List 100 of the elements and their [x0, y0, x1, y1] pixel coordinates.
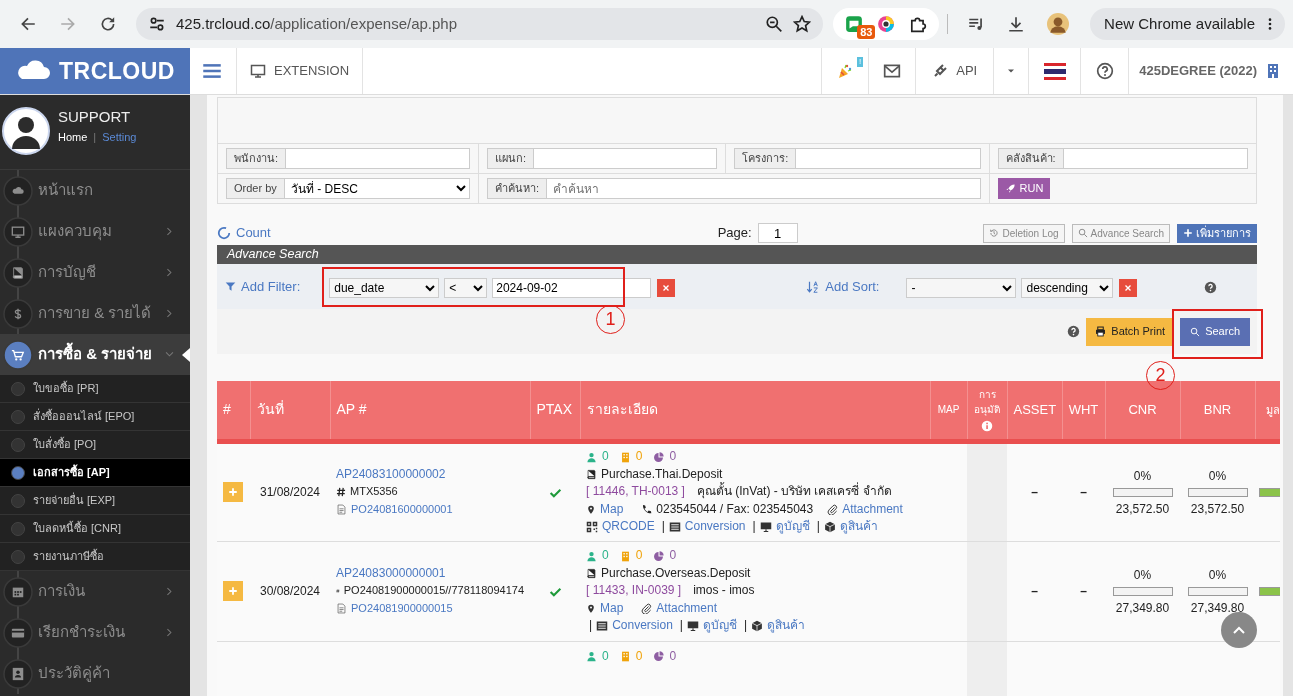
setting-link[interactable]: Setting: [102, 129, 137, 146]
contact-code[interactable]: [ 11433, IN-0039 ]: [586, 582, 682, 600]
sidebar-subitem[interactable]: รายงานภาษีซื้อ: [0, 543, 190, 571]
dot-icon: [11, 521, 25, 536]
action-link[interactable]: ดูสินค้า: [751, 617, 806, 635]
address-bar[interactable]: 425.trcloud.co/application/expense/ap.php: [136, 8, 824, 40]
attachment-link[interactable]: Attachment: [641, 599, 718, 618]
sort-icon: [806, 279, 821, 294]
puzzle-icon[interactable]: [909, 15, 928, 33]
search-field[interactable]: คำค้นหา: [547, 178, 981, 199]
batch-print-button[interactable]: Batch Print: [1086, 317, 1175, 346]
count-link[interactable]: Count: [217, 223, 271, 243]
sort-order-select[interactable]: descending: [1021, 278, 1114, 298]
action-link[interactable]: ดูสินค้า: [823, 518, 878, 536]
add-sort-link[interactable]: Add Sort:: [806, 277, 880, 297]
dash-text: –: [1080, 584, 1087, 598]
count-text: 0: [669, 448, 677, 466]
remove-button[interactable]: [657, 279, 676, 297]
help-icon[interactable]: [1067, 325, 1081, 338]
map-link[interactable]: Map: [586, 599, 624, 618]
menu-icon[interactable]: [202, 61, 222, 81]
map-link[interactable]: Map: [586, 500, 624, 519]
document-link[interactable]: AP24083000000001: [336, 564, 524, 583]
action-link[interactable]: Conversion: [668, 518, 746, 536]
sidebar-subitem[interactable]: เอกสารซื้อ [AP]: [0, 459, 190, 487]
brand-logo[interactable]: TRCLOUD: [0, 48, 190, 94]
count-text: 0: [635, 448, 643, 466]
document-link[interactable]: AP24083100000002: [336, 465, 524, 484]
pin-icon: [586, 603, 596, 614]
extension-link[interactable]: EXTENSION: [250, 61, 350, 81]
order-select[interactable]: วันที่ - DESC: [284, 178, 471, 199]
attachment-link[interactable]: Attachment: [827, 500, 903, 519]
sidebar-item[interactable]: หน้าแรก: [0, 170, 190, 211]
reload-icon[interactable]: [99, 15, 117, 33]
sidebar-subitem[interactable]: รายจ่ายอื่น [EXP]: [0, 487, 190, 515]
field-select[interactable]: due_date: [329, 278, 440, 298]
sidebar-subitem[interactable]: สั่งซื้อออนไลน์ [EPO]: [0, 403, 190, 431]
sidebar-item[interactable]: แผงควบคุม: [0, 211, 190, 252]
back-icon[interactable]: [19, 15, 37, 33]
add-button[interactable]: เพิ่มรายการ: [1177, 223, 1257, 243]
url-text[interactable]: 425.trcloud.co/application/expense/ap.php: [176, 12, 756, 36]
text-field[interactable]: [796, 148, 981, 169]
book-icon: [586, 568, 597, 579]
company-link[interactable]: 425DEGREE (2022): [1139, 61, 1281, 81]
sidebar-item[interactable]: การซื้อ & รายจ่าย: [0, 334, 190, 375]
pie-chart-icon: [653, 650, 665, 662]
operator-select[interactable]: <: [444, 278, 488, 298]
value-field[interactable]: 2024-09-02: [492, 278, 652, 298]
sidebar-subitem[interactable]: ใบสั่งซื้อ [PO]: [0, 431, 190, 459]
dash-text: –: [1031, 485, 1038, 499]
count-text: 0: [669, 547, 677, 565]
page-field[interactable]: 1: [757, 223, 798, 243]
text-field[interactable]: [534, 148, 718, 169]
text-field[interactable]: [286, 148, 471, 169]
flag-icon[interactable]: [1043, 62, 1066, 80]
cart-icon: [3, 339, 33, 370]
spinner-icon: [217, 226, 231, 240]
api-link[interactable]: API: [932, 61, 978, 81]
action-link[interactable]: ดูบัญชี: [759, 518, 810, 536]
sidebar-item[interactable]: การบัญชี: [0, 252, 190, 293]
help-icon[interactable]: [1204, 281, 1218, 294]
sidebar-item[interactable]: เรียกชำระเงิน: [0, 612, 190, 653]
avatar-icon[interactable]: [2, 107, 50, 155]
download-icon[interactable]: [1007, 15, 1026, 33]
help-icon[interactable]: [1095, 62, 1114, 80]
text-field[interactable]: [1063, 148, 1248, 169]
sidebar-item[interactable]: ประวัติคู่ค้า: [0, 653, 190, 694]
toolbar-button[interactable]: Advance Search: [1071, 223, 1170, 243]
box-icon: [751, 620, 764, 632]
toolbar-button[interactable]: Deletion Log: [983, 223, 1065, 243]
amount-text: 23,572.50: [1114, 500, 1171, 518]
zoom-icon[interactable]: [765, 15, 784, 33]
po-link[interactable]: PO24081600000001: [351, 500, 453, 519]
field-label: โครงการ:: [734, 148, 797, 169]
site-settings-icon[interactable]: [148, 15, 166, 33]
contact-name: imos - imos: [693, 582, 755, 600]
plus-icon: [227, 486, 239, 498]
remove-button[interactable]: [1119, 279, 1138, 297]
sidebar-subitem[interactable]: ใบลดหนี้ซื้อ [CNR]: [0, 515, 190, 543]
contact-name: คุณตั้น (InVat) - บริษัท เคสเครซี่ จำกัด: [696, 483, 892, 501]
po-link[interactable]: PO24081900000015: [351, 599, 453, 618]
run-button[interactable]: RUN: [997, 178, 1051, 199]
color-wheel-icon[interactable]: [877, 15, 896, 33]
sidebar-item[interactable]: การขาย & รายได้: [0, 293, 190, 334]
qrcode-link[interactable]: QRCODE: [586, 518, 655, 536]
sidebar-subitem[interactable]: ใบขอซื้อ [PR]: [0, 375, 190, 403]
home-link[interactable]: Home: [58, 129, 88, 146]
party-icon[interactable]: [837, 63, 854, 79]
contact-code[interactable]: [ 11446, TH-0013 ]: [586, 483, 685, 501]
update-button[interactable]: New Chrome available: [1090, 8, 1285, 40]
mail-icon[interactable]: [883, 62, 902, 80]
action-link[interactable]: Conversion: [596, 617, 673, 635]
bookmark-star-icon[interactable]: [793, 15, 812, 33]
sort-field-select[interactable]: -: [906, 278, 1017, 298]
add-filter-link[interactable]: Add Filter:: [225, 277, 301, 297]
sidebar-item[interactable]: การเงิน: [0, 571, 190, 612]
printer-icon: [1095, 326, 1107, 337]
date-text: 30/08/2024: [259, 584, 321, 598]
action-link[interactable]: ดูบัญชี: [686, 617, 737, 635]
search-button[interactable]: Search: [1180, 317, 1250, 346]
